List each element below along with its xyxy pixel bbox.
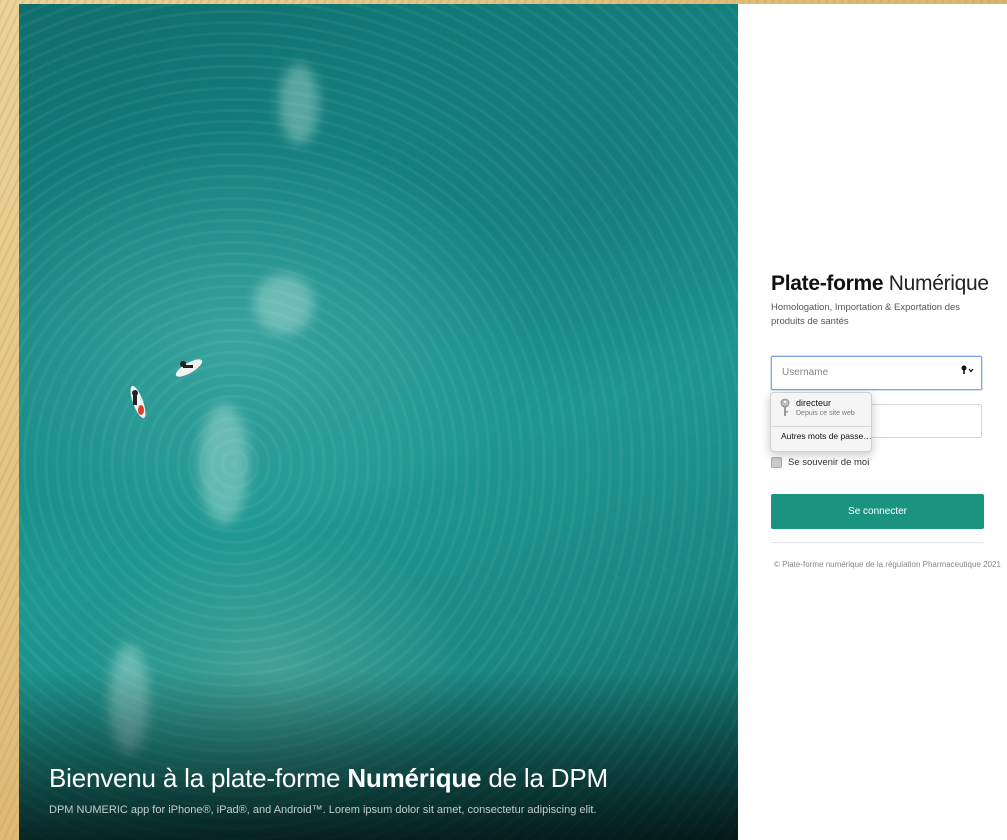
hero-title-bold: Numérique	[347, 763, 482, 793]
key-icon	[780, 398, 790, 416]
divider	[771, 542, 984, 543]
wave-foam	[254, 274, 314, 334]
remember-label: Se souvenir de moi	[788, 457, 870, 468]
login-button[interactable]: Se connecter	[771, 494, 984, 529]
wave-foam	[109, 644, 149, 754]
key-icon[interactable]	[961, 365, 975, 378]
brand-tagline: Homologation, Importation & Exportation …	[771, 302, 961, 327]
autofill-username: directeur	[796, 398, 832, 408]
login-button-label: Se connecter	[848, 506, 907, 517]
hero-title-suffix: de la DPM	[481, 763, 608, 793]
remember-checkbox[interactable]	[771, 457, 782, 468]
brand-light: Numérique	[883, 272, 989, 295]
dropdown-separator	[771, 426, 871, 427]
brand-bold: Plate-forme	[771, 272, 884, 295]
autofill-source: Depuis ce site web	[796, 410, 855, 417]
copyright-text: © Plate-forme numérique de la régulation…	[774, 560, 1001, 569]
wave-foam	[279, 64, 319, 144]
password-autofill-dropdown: directeur Depuis ce site web Autres mots…	[770, 392, 872, 452]
autofill-suggestion[interactable]: directeur Depuis ce site web	[779, 398, 855, 419]
hero-title-prefix: Bienvenu à la plate-forme	[49, 763, 348, 793]
surfer-icon	[130, 385, 146, 419]
other-passwords-link[interactable]: Autres mots de passe…	[781, 431, 872, 441]
wave-foam	[199, 404, 249, 524]
username-input[interactable]	[780, 366, 954, 379]
hero-caption: Bienvenu à la plate-forme Numérique de l…	[49, 763, 608, 816]
remember-me[interactable]: Se souvenir de moi	[771, 457, 869, 468]
hero-subtitle: DPM NUMERIC app for iPhone®, iPad®, and …	[49, 804, 597, 816]
hero-image: Bienvenu à la plate-forme Numérique de l…	[19, 4, 738, 840]
surfer-icon	[175, 359, 203, 377]
brand-title: Plate-forme Numérique	[771, 272, 989, 296]
hero-title: Bienvenu à la plate-forme Numérique de l…	[49, 763, 608, 794]
username-field[interactable]	[771, 356, 982, 390]
